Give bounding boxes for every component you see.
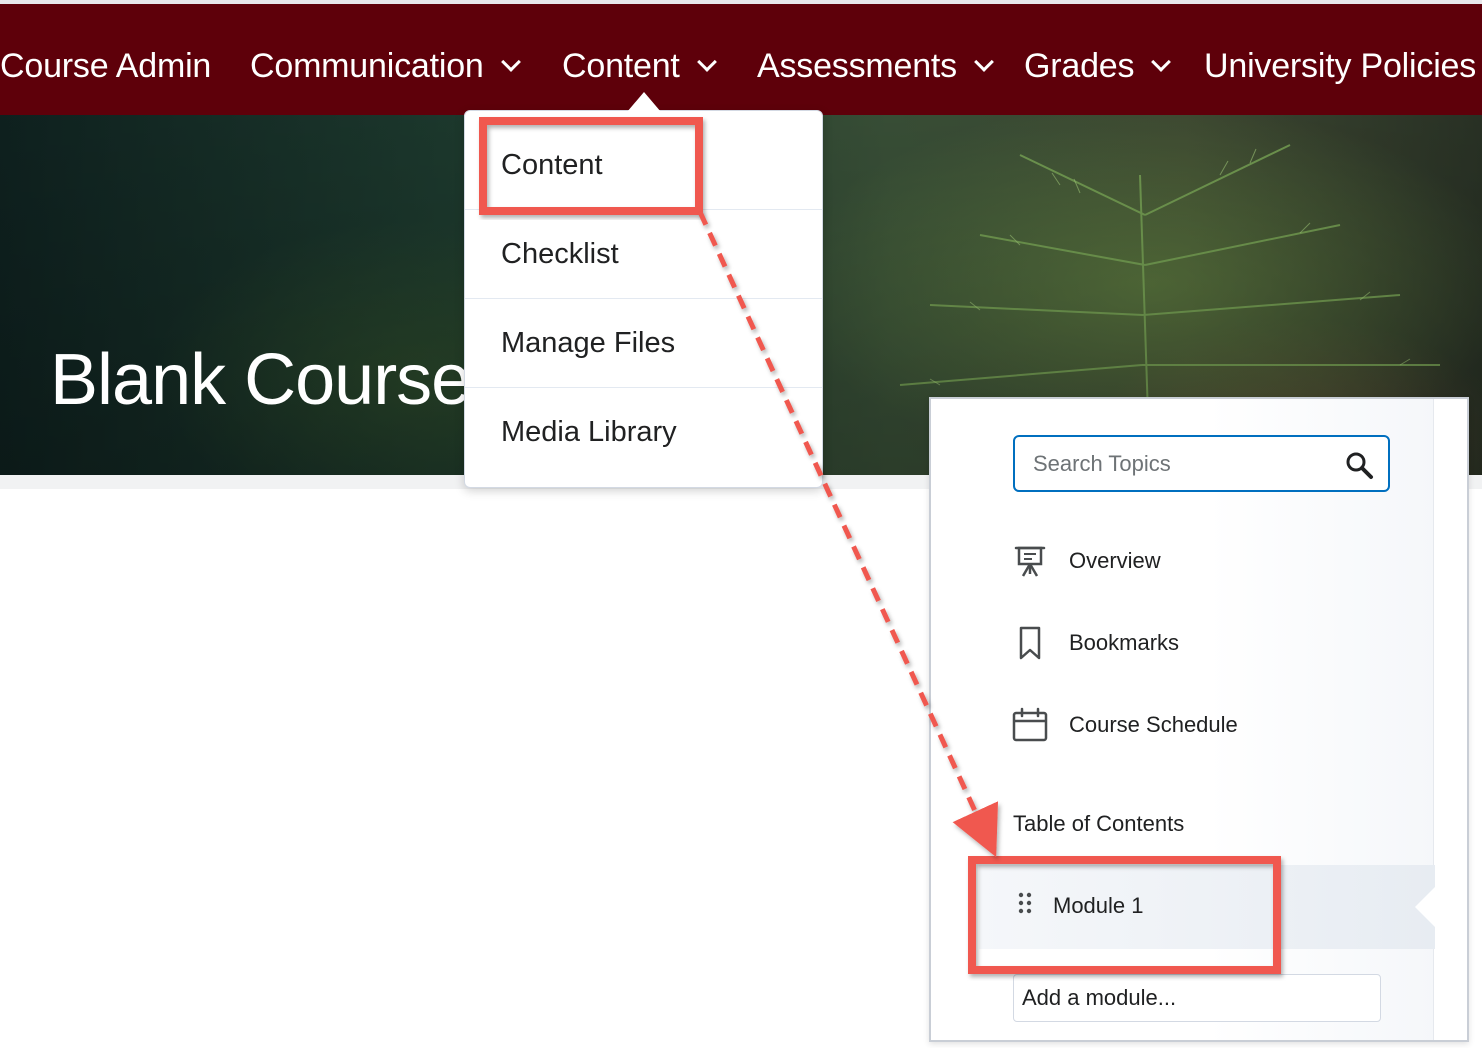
- nav-assessments-label: Assessments: [757, 46, 957, 85]
- bookmark-icon: [1011, 624, 1049, 662]
- panel-link-course-schedule[interactable]: Course Schedule: [1011, 703, 1238, 747]
- module-row[interactable]: [979, 865, 1435, 949]
- nav-content-label: Content: [562, 46, 680, 85]
- nav-university-policies[interactable]: University Policies: [1204, 41, 1476, 91]
- add-module-placeholder: Add a module...: [1022, 985, 1177, 1010]
- nav-content[interactable]: Content: [562, 41, 717, 91]
- content-navigation-panel: Overview Bookmarks Course Schedule Table…: [929, 397, 1469, 1042]
- module-label[interactable]: Module 1: [1053, 893, 1144, 919]
- drag-handle-icon[interactable]: [1017, 891, 1033, 921]
- panel-scroll-area: [1433, 399, 1467, 1040]
- panel-link-course-schedule-label: Course Schedule: [1069, 712, 1238, 737]
- nav-university-policies-label: University Policies: [1204, 46, 1477, 85]
- menu-item-checklist[interactable]: Checklist: [465, 210, 822, 299]
- panel-link-overview-label: Overview: [1069, 548, 1161, 573]
- panel-link-bookmarks[interactable]: Bookmarks: [1011, 621, 1179, 665]
- presentation-icon: [1011, 542, 1049, 580]
- chevron-down-icon: [696, 52, 717, 72]
- chevron-down-icon: [500, 52, 521, 72]
- content-dropdown-menu: Content Checklist Manage Files Media Lib…: [464, 110, 823, 488]
- search-topics-input[interactable]: [1033, 447, 1333, 480]
- calendar-icon: [1011, 706, 1049, 744]
- nav-grades-label: Grades: [1024, 46, 1135, 85]
- course-navbar: Course Admin Communication Content Asses…: [0, 0, 1482, 115]
- nav-course-admin[interactable]: Course Admin: [0, 41, 211, 91]
- search-topics-field: [1013, 435, 1390, 492]
- nav-assessments[interactable]: Assessments: [757, 41, 994, 91]
- menu-item-content-label: Content: [501, 148, 603, 181]
- menu-item-manage-files[interactable]: Manage Files: [465, 299, 822, 388]
- nav-communication[interactable]: Communication: [250, 41, 521, 91]
- dropdown-caret: [627, 92, 661, 112]
- nav-grades[interactable]: Grades: [1024, 41, 1172, 91]
- selected-indicator: [1415, 887, 1435, 927]
- table-of-contents-heading: Table of Contents: [1013, 811, 1185, 836]
- menu-item-media-library[interactable]: Media Library: [465, 388, 822, 477]
- menu-item-media-library-label: Media Library: [501, 416, 677, 448]
- panel-link-bookmarks-label: Bookmarks: [1069, 630, 1180, 655]
- chevron-down-icon: [1151, 52, 1172, 72]
- panel-link-overview[interactable]: Overview: [1011, 539, 1161, 583]
- nav-course-admin-label: Course Admin: [0, 46, 212, 85]
- nav-communication-label: Communication: [250, 46, 484, 85]
- menu-item-manage-files-label: Manage Files: [501, 326, 676, 359]
- course-title: Blank Course: [50, 340, 471, 420]
- add-module-input[interactable]: Add a module...: [1013, 974, 1381, 1022]
- chevron-down-icon: [974, 52, 994, 72]
- menu-item-content[interactable]: Content: [465, 121, 822, 210]
- menu-item-checklist-label: Checklist: [501, 237, 619, 270]
- search-icon[interactable]: [1344, 450, 1374, 480]
